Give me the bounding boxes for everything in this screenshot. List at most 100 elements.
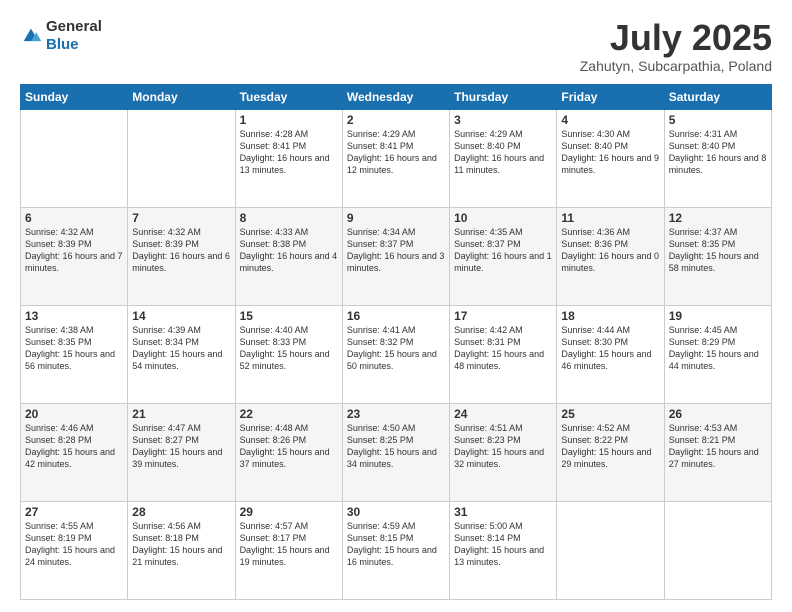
calendar-cell: 23Sunrise: 4:50 AM Sunset: 8:25 PM Dayli… xyxy=(342,403,449,501)
cell-daylight-info: Sunrise: 4:32 AM Sunset: 8:39 PM Dayligh… xyxy=(132,226,230,275)
calendar-cell: 19Sunrise: 4:45 AM Sunset: 8:29 PM Dayli… xyxy=(664,305,771,403)
weekday-header: Saturday xyxy=(664,84,771,109)
cell-daylight-info: Sunrise: 4:35 AM Sunset: 8:37 PM Dayligh… xyxy=(454,226,552,275)
weekday-header: Friday xyxy=(557,84,664,109)
cell-daylight-info: Sunrise: 4:32 AM Sunset: 8:39 PM Dayligh… xyxy=(25,226,123,275)
calendar-table: SundayMondayTuesdayWednesdayThursdayFrid… xyxy=(20,84,772,600)
calendar-cell xyxy=(664,501,771,599)
calendar-cell: 12Sunrise: 4:37 AM Sunset: 8:35 PM Dayli… xyxy=(664,207,771,305)
cell-daylight-info: Sunrise: 4:30 AM Sunset: 8:40 PM Dayligh… xyxy=(561,128,659,177)
calendar-cell: 17Sunrise: 4:42 AM Sunset: 8:31 PM Dayli… xyxy=(450,305,557,403)
day-number: 16 xyxy=(347,309,445,323)
day-number: 2 xyxy=(347,113,445,127)
calendar-cell: 25Sunrise: 4:52 AM Sunset: 8:22 PM Dayli… xyxy=(557,403,664,501)
day-number: 4 xyxy=(561,113,659,127)
calendar-cell xyxy=(21,109,128,207)
month-title: July 2025 xyxy=(580,18,772,58)
weekday-header: Wednesday xyxy=(342,84,449,109)
cell-daylight-info: Sunrise: 4:53 AM Sunset: 8:21 PM Dayligh… xyxy=(669,422,767,471)
calendar-cell: 14Sunrise: 4:39 AM Sunset: 8:34 PM Dayli… xyxy=(128,305,235,403)
day-number: 12 xyxy=(669,211,767,225)
cell-daylight-info: Sunrise: 4:45 AM Sunset: 8:29 PM Dayligh… xyxy=(669,324,767,373)
day-number: 17 xyxy=(454,309,552,323)
location: Zahutyn, Subcarpathia, Poland xyxy=(580,58,772,74)
calendar-week-row: 27Sunrise: 4:55 AM Sunset: 8:19 PM Dayli… xyxy=(21,501,772,599)
logo-text: General Blue xyxy=(46,18,102,54)
calendar-cell: 28Sunrise: 4:56 AM Sunset: 8:18 PM Dayli… xyxy=(128,501,235,599)
day-number: 29 xyxy=(240,505,338,519)
day-number: 6 xyxy=(25,211,123,225)
cell-daylight-info: Sunrise: 4:55 AM Sunset: 8:19 PM Dayligh… xyxy=(25,520,123,569)
day-number: 26 xyxy=(669,407,767,421)
calendar-week-row: 6Sunrise: 4:32 AM Sunset: 8:39 PM Daylig… xyxy=(21,207,772,305)
day-number: 23 xyxy=(347,407,445,421)
weekday-header: Tuesday xyxy=(235,84,342,109)
day-number: 24 xyxy=(454,407,552,421)
calendar-cell: 21Sunrise: 4:47 AM Sunset: 8:27 PM Dayli… xyxy=(128,403,235,501)
day-number: 13 xyxy=(25,309,123,323)
logo-blue: Blue xyxy=(46,36,79,53)
header: General Blue July 2025 Zahutyn, Subcarpa… xyxy=(20,18,772,74)
cell-daylight-info: Sunrise: 4:29 AM Sunset: 8:40 PM Dayligh… xyxy=(454,128,552,177)
cell-daylight-info: Sunrise: 4:40 AM Sunset: 8:33 PM Dayligh… xyxy=(240,324,338,373)
day-number: 18 xyxy=(561,309,659,323)
day-number: 3 xyxy=(454,113,552,127)
day-number: 22 xyxy=(240,407,338,421)
calendar-week-row: 1Sunrise: 4:28 AM Sunset: 8:41 PM Daylig… xyxy=(21,109,772,207)
cell-daylight-info: Sunrise: 4:48 AM Sunset: 8:26 PM Dayligh… xyxy=(240,422,338,471)
logo-general: General xyxy=(46,18,102,35)
cell-daylight-info: Sunrise: 4:33 AM Sunset: 8:38 PM Dayligh… xyxy=(240,226,338,275)
day-number: 30 xyxy=(347,505,445,519)
weekday-header: Monday xyxy=(128,84,235,109)
day-number: 19 xyxy=(669,309,767,323)
day-number: 28 xyxy=(132,505,230,519)
logo: General Blue xyxy=(20,18,102,54)
calendar-cell: 1Sunrise: 4:28 AM Sunset: 8:41 PM Daylig… xyxy=(235,109,342,207)
calendar-cell: 7Sunrise: 4:32 AM Sunset: 8:39 PM Daylig… xyxy=(128,207,235,305)
cell-daylight-info: Sunrise: 4:42 AM Sunset: 8:31 PM Dayligh… xyxy=(454,324,552,373)
calendar-cell: 4Sunrise: 4:30 AM Sunset: 8:40 PM Daylig… xyxy=(557,109,664,207)
calendar-cell: 22Sunrise: 4:48 AM Sunset: 8:26 PM Dayli… xyxy=(235,403,342,501)
day-number: 15 xyxy=(240,309,338,323)
cell-daylight-info: Sunrise: 4:59 AM Sunset: 8:15 PM Dayligh… xyxy=(347,520,445,569)
cell-daylight-info: Sunrise: 4:34 AM Sunset: 8:37 PM Dayligh… xyxy=(347,226,445,275)
day-number: 5 xyxy=(669,113,767,127)
calendar-cell: 11Sunrise: 4:36 AM Sunset: 8:36 PM Dayli… xyxy=(557,207,664,305)
cell-daylight-info: Sunrise: 4:50 AM Sunset: 8:25 PM Dayligh… xyxy=(347,422,445,471)
day-number: 1 xyxy=(240,113,338,127)
cell-daylight-info: Sunrise: 5:00 AM Sunset: 8:14 PM Dayligh… xyxy=(454,520,552,569)
cell-daylight-info: Sunrise: 4:44 AM Sunset: 8:30 PM Dayligh… xyxy=(561,324,659,373)
day-number: 31 xyxy=(454,505,552,519)
day-number: 10 xyxy=(454,211,552,225)
cell-daylight-info: Sunrise: 4:57 AM Sunset: 8:17 PM Dayligh… xyxy=(240,520,338,569)
calendar-cell: 26Sunrise: 4:53 AM Sunset: 8:21 PM Dayli… xyxy=(664,403,771,501)
cell-daylight-info: Sunrise: 4:51 AM Sunset: 8:23 PM Dayligh… xyxy=(454,422,552,471)
calendar-cell: 5Sunrise: 4:31 AM Sunset: 8:40 PM Daylig… xyxy=(664,109,771,207)
calendar-cell xyxy=(128,109,235,207)
calendar-cell: 15Sunrise: 4:40 AM Sunset: 8:33 PM Dayli… xyxy=(235,305,342,403)
calendar-cell xyxy=(557,501,664,599)
cell-daylight-info: Sunrise: 4:31 AM Sunset: 8:40 PM Dayligh… xyxy=(669,128,767,177)
calendar-week-row: 13Sunrise: 4:38 AM Sunset: 8:35 PM Dayli… xyxy=(21,305,772,403)
cell-daylight-info: Sunrise: 4:47 AM Sunset: 8:27 PM Dayligh… xyxy=(132,422,230,471)
day-number: 7 xyxy=(132,211,230,225)
calendar-cell: 10Sunrise: 4:35 AM Sunset: 8:37 PM Dayli… xyxy=(450,207,557,305)
weekday-header: Sunday xyxy=(21,84,128,109)
calendar-cell: 13Sunrise: 4:38 AM Sunset: 8:35 PM Dayli… xyxy=(21,305,128,403)
calendar-cell: 2Sunrise: 4:29 AM Sunset: 8:41 PM Daylig… xyxy=(342,109,449,207)
cell-daylight-info: Sunrise: 4:52 AM Sunset: 8:22 PM Dayligh… xyxy=(561,422,659,471)
cell-daylight-info: Sunrise: 4:29 AM Sunset: 8:41 PM Dayligh… xyxy=(347,128,445,177)
cell-daylight-info: Sunrise: 4:37 AM Sunset: 8:35 PM Dayligh… xyxy=(669,226,767,275)
page: General Blue July 2025 Zahutyn, Subcarpa… xyxy=(0,0,792,612)
calendar-cell: 8Sunrise: 4:33 AM Sunset: 8:38 PM Daylig… xyxy=(235,207,342,305)
calendar-week-row: 20Sunrise: 4:46 AM Sunset: 8:28 PM Dayli… xyxy=(21,403,772,501)
calendar-cell: 29Sunrise: 4:57 AM Sunset: 8:17 PM Dayli… xyxy=(235,501,342,599)
calendar-cell: 27Sunrise: 4:55 AM Sunset: 8:19 PM Dayli… xyxy=(21,501,128,599)
cell-daylight-info: Sunrise: 4:41 AM Sunset: 8:32 PM Dayligh… xyxy=(347,324,445,373)
weekday-header-row: SundayMondayTuesdayWednesdayThursdayFrid… xyxy=(21,84,772,109)
logo-icon xyxy=(20,25,42,47)
cell-daylight-info: Sunrise: 4:39 AM Sunset: 8:34 PM Dayligh… xyxy=(132,324,230,373)
day-number: 25 xyxy=(561,407,659,421)
calendar-cell: 18Sunrise: 4:44 AM Sunset: 8:30 PM Dayli… xyxy=(557,305,664,403)
calendar-cell: 6Sunrise: 4:32 AM Sunset: 8:39 PM Daylig… xyxy=(21,207,128,305)
